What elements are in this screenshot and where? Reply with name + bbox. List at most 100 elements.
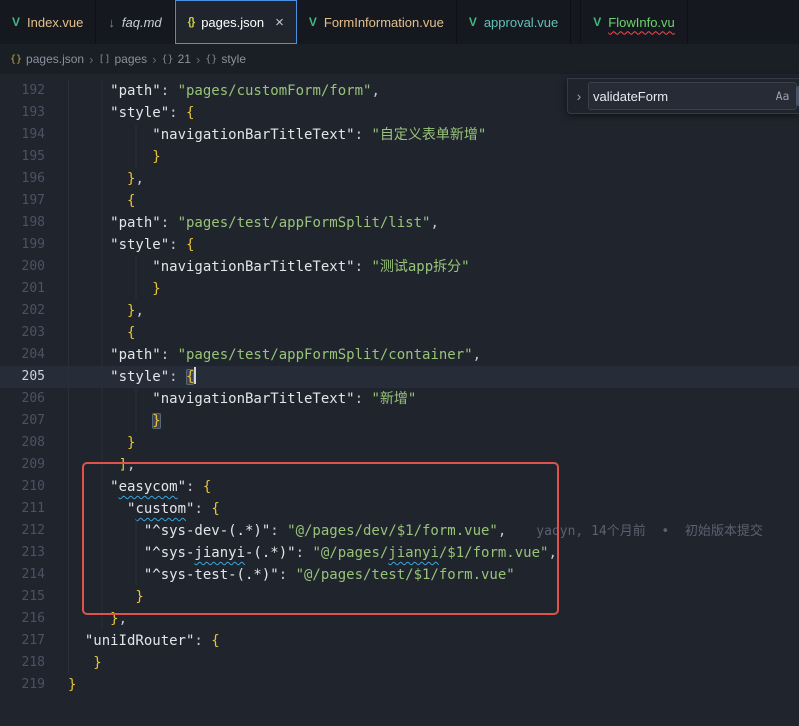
line-number: 196 <box>0 168 56 190</box>
breadcrumb-label: 21 <box>178 52 191 66</box>
token: , <box>473 347 481 363</box>
token: : <box>355 259 372 275</box>
line-number: 213 <box>0 542 56 564</box>
code-line-196[interactable]: 196}, <box>0 168 799 190</box>
line-content: } <box>56 432 799 454</box>
token: "pages/test/appFormSplit/container" <box>178 347 473 363</box>
token: , <box>135 303 143 319</box>
code-line-197[interactable]: 197 { <box>0 190 799 212</box>
line-number: 197 <box>0 190 56 212</box>
indent <box>68 410 152 432</box>
find-input-box: Aa ab .* <box>588 82 797 110</box>
line-content: "style": { <box>56 366 799 388</box>
code-line-205[interactable]: 205"style": { <box>0 366 799 388</box>
code-line-203[interactable]: 203{ <box>0 322 799 344</box>
token: "pages/customForm/form" <box>178 83 372 99</box>
token: : <box>169 105 186 121</box>
token: "uniIdRouter" <box>85 633 195 649</box>
code-line-204[interactable]: 204"path": "pages/test/appFormSplit/cont… <box>0 344 799 366</box>
breadcrumb-separator-icon: › <box>196 52 200 67</box>
token: } <box>152 149 160 165</box>
token: : <box>161 215 178 231</box>
line-number: 219 <box>0 674 56 696</box>
tab-forminformation-vue[interactable]: VFormInformation.vue <box>297 0 457 44</box>
token: { <box>211 633 219 649</box>
json-icon: {} <box>10 54 22 65</box>
token: { <box>186 237 194 253</box>
token: : <box>355 391 372 407</box>
code-line-200[interactable]: 200"navigationBarTitleText": "测试app拆分" <box>0 256 799 278</box>
tab-flowinfo-vu[interactable]: VFlowInfo.vu <box>580 0 688 44</box>
code-line-201[interactable]: 201} <box>0 278 799 300</box>
breadcrumb-item[interactable]: {}pages.json <box>10 52 84 66</box>
code-line-198[interactable]: 198"path": "pages/test/appFormSplit/list… <box>0 212 799 234</box>
vue-icon: V <box>593 15 601 29</box>
breadcrumb-item[interactable]: {}21 <box>162 52 191 66</box>
code-line-219[interactable]: 219} <box>0 674 799 696</box>
breadcrumb-item[interactable]: []pages <box>98 52 147 66</box>
token: { <box>186 369 194 385</box>
indent <box>68 256 152 278</box>
line-content: "uniIdRouter": { <box>56 630 799 652</box>
line-number: 199 <box>0 234 56 256</box>
line-number: 215 <box>0 586 56 608</box>
code-line-194[interactable]: 194"navigationBarTitleText": "自定义表单新增" <box>0 124 799 146</box>
tab-faq-md[interactable]: ↓faq.md <box>96 0 174 44</box>
indent <box>68 168 127 190</box>
token: "path" <box>110 83 161 99</box>
line-number: 193 <box>0 102 56 124</box>
line-content: "style": { <box>56 234 799 256</box>
line-content: "navigationBarTitleText": "测试app拆分" <box>56 256 799 278</box>
token: "测试app拆分" <box>371 259 469 275</box>
code-line-207[interactable]: 207} <box>0 410 799 432</box>
indent <box>68 300 127 322</box>
text-cursor <box>194 367 196 384</box>
tab-index-vue[interactable]: VIndex.vue <box>0 0 96 44</box>
indent <box>68 190 127 212</box>
code-line-208[interactable]: 208} <box>0 432 799 454</box>
token: "style" <box>110 369 169 385</box>
line-content: { <box>56 190 799 212</box>
token: "pages/test/appFormSplit/list" <box>178 215 431 231</box>
tab-approval-vue[interactable]: Vapproval.vue <box>457 0 571 44</box>
token: } <box>127 435 135 451</box>
line-number: 217 <box>0 630 56 652</box>
toggle-replace-chevron-icon[interactable]: › <box>570 88 588 104</box>
token: "navigationBarTitleText" <box>152 391 354 407</box>
line-number: 195 <box>0 146 56 168</box>
close-icon[interactable]: × <box>275 14 284 31</box>
tab-pages-json[interactable]: {}pages.json× <box>175 0 297 44</box>
breadcrumb-separator-icon: › <box>152 52 156 67</box>
token: "navigationBarTitleText" <box>152 259 354 275</box>
line-number: 204 <box>0 344 56 366</box>
code-line-195[interactable]: 195} <box>0 146 799 168</box>
token: "自定义表单新增" <box>371 127 486 143</box>
token: "style" <box>110 105 169 121</box>
vue-icon: V <box>12 15 20 29</box>
code-line-202[interactable]: 202}, <box>0 300 799 322</box>
line-content: { <box>56 322 799 344</box>
find-input[interactable] <box>593 89 769 104</box>
code-line-218[interactable]: 218} <box>0 652 799 674</box>
code-line-217[interactable]: 217"uniIdRouter": { <box>0 630 799 652</box>
tab-bar: VIndex.vue↓faq.md{}pages.json×VFormInfor… <box>0 0 799 44</box>
indent <box>68 102 110 124</box>
code-line-206[interactable]: 206"navigationBarTitleText": "新增" <box>0 388 799 410</box>
token: : <box>355 127 372 143</box>
token: { <box>127 193 135 209</box>
markdown-icon: ↓ <box>108 15 115 30</box>
line-number: 214 <box>0 564 56 586</box>
breadcrumb-label: pages <box>114 52 147 66</box>
line-number: 207 <box>0 410 56 432</box>
line-number: 212 <box>0 520 56 542</box>
line-number: 194 <box>0 124 56 146</box>
token: : <box>194 633 211 649</box>
match-case-button[interactable]: Aa <box>772 86 793 106</box>
tab-label: FormInformation.vue <box>324 15 444 30</box>
line-number: 205 <box>0 366 56 388</box>
code-line-199[interactable]: 199"style": { <box>0 234 799 256</box>
breadcrumb-item[interactable]: {}style <box>205 52 246 66</box>
token: "navigationBarTitleText" <box>152 127 354 143</box>
line-content: "navigationBarTitleText": "自定义表单新增" <box>56 124 799 146</box>
breadcrumb-label: style <box>221 52 246 66</box>
